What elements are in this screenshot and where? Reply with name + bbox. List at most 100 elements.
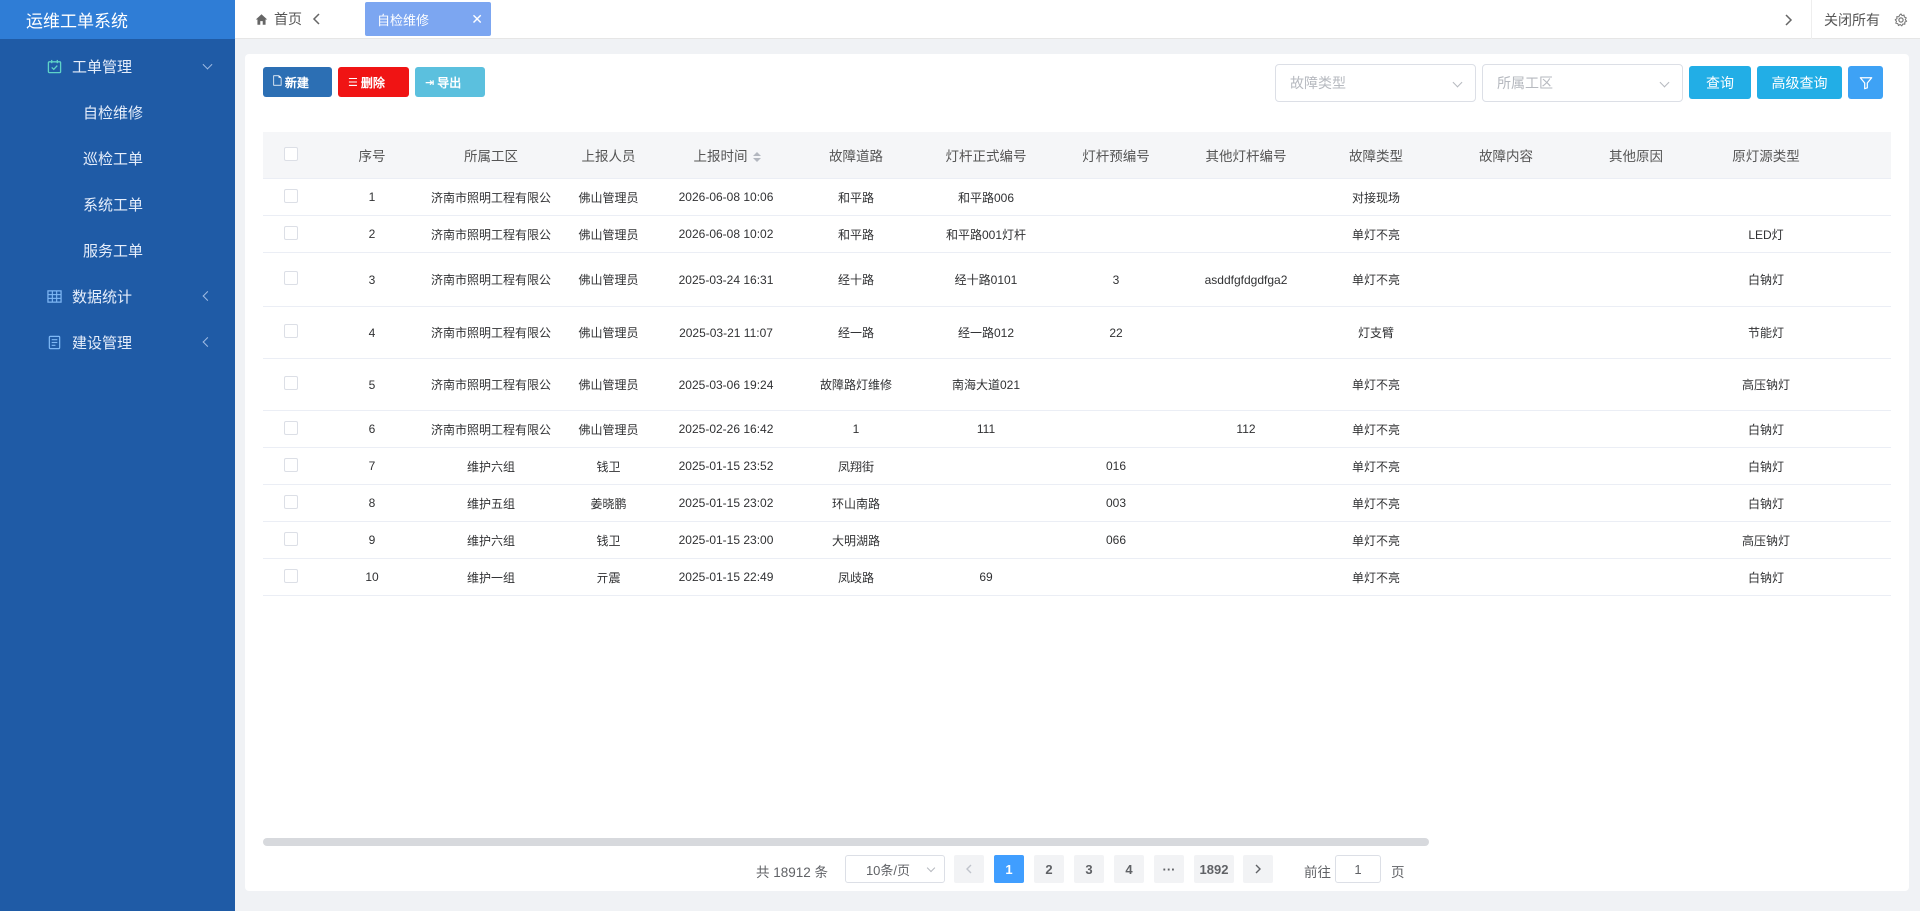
row-select-cell (263, 531, 318, 549)
column-header-report-time[interactable]: 上报时间 (661, 145, 791, 165)
table-row[interactable]: 5 济南市照明工程有限公 佛山管理员 2025-03-06 19:24 故障路灯维修 南海… (263, 359, 1891, 411)
prev-page-button[interactable] (954, 855, 984, 883)
sidebar-item-inspection[interactable]: 巡检工单 (0, 135, 235, 181)
table-row[interactable]: 3 济南市照明工程有限公 佛山管理员 2025-03-24 16:31 经十路 经十路01… (263, 253, 1891, 307)
cell-pole-pre-number: 066 (1105, 533, 1127, 547)
row-checkbox[interactable] (283, 324, 298, 338)
new-button[interactable]: 🗋 新建 (263, 67, 332, 97)
delete-button[interactable]: ☰ 删除 (338, 67, 409, 97)
cell-pole-number: 和平路001灯杆 (945, 227, 1027, 242)
page-button-2[interactable]: 2 (1034, 855, 1064, 883)
cell-seq: 1 (368, 190, 376, 204)
sidebar-group-work-orders[interactable]: 工单管理 (0, 43, 235, 89)
chevron-left-icon (312, 13, 320, 25)
sidebar-group-statistics[interactable]: 数据统计 (0, 273, 235, 319)
cell-report-time: 2025-03-24 16:31 (678, 272, 774, 287)
row-checkbox[interactable] (283, 376, 298, 390)
row-checkbox[interactable] (283, 494, 298, 509)
cell-light-source-type: 高压钠灯 (1741, 378, 1790, 392)
column-header-district: 所属工区 (426, 145, 556, 165)
sort-icon[interactable] (752, 152, 761, 163)
row-checkbox[interactable] (283, 188, 298, 203)
scroll-tabs-right-button[interactable] (1773, 0, 1803, 39)
column-header-fault-road: 故障道路 (791, 145, 921, 165)
cell-pole-number: 69 (979, 570, 993, 584)
more-pages-button[interactable]: ··· (1154, 855, 1184, 883)
fault-type-select[interactable]: 故障类型 (1275, 64, 1476, 102)
page-button-1[interactable]: 1 (994, 855, 1024, 883)
cell-reporter: 佛山管理员 (578, 227, 639, 242)
cell-report-time: 2026-06-08 10:06 (678, 190, 774, 204)
chevron-left-icon (202, 337, 213, 347)
table-row[interactable]: 4 济南市照明工程有限公 佛山管理员 2025-03-21 11:07 经一路 经一路01… (263, 307, 1891, 359)
goto-page-input[interactable] (1335, 855, 1381, 883)
select-all-checkbox[interactable] (283, 146, 298, 161)
gear-icon[interactable] (1894, 12, 1908, 27)
sidebar-item-service[interactable]: 服务工单 (0, 227, 235, 273)
district-select[interactable]: 所属工区 (1482, 64, 1683, 102)
advanced-query-button[interactable]: 高级查询 (1757, 66, 1842, 99)
close-icon[interactable]: ✕ (471, 11, 483, 28)
page-size-select[interactable]: 10条/页 (845, 855, 945, 883)
chevron-left-icon (202, 291, 213, 301)
sidebar-item-system[interactable]: 系统工单 (0, 181, 235, 227)
cell-fault-type: 单灯不亮 (1351, 570, 1400, 585)
page-button-4[interactable]: 4 (1114, 855, 1144, 883)
cell-pole-pre-number: 3 (1112, 272, 1120, 287)
cell-other-pole-number: asddfgfdgdfga2 (1204, 272, 1288, 287)
row-checkbox[interactable] (283, 225, 298, 240)
table-row[interactable]: 1 济南市照明工程有限公 佛山管理员 2026-06-08 10:06 和平路 和平路00… (263, 179, 1891, 216)
sidebar-item-self-check[interactable]: 自检维修 (0, 89, 235, 135)
cell-district: 济南市照明工程有限公 (430, 273, 551, 287)
chevron-right-icon (1255, 864, 1261, 874)
cell-reporter: 钱卫 (596, 459, 621, 474)
home-tab[interactable]: 首页 (235, 0, 302, 39)
column-header-label: 灯杆正式编号 (945, 149, 1027, 164)
cell-district: 维护一组 (466, 570, 515, 585)
chevron-down-icon (926, 863, 936, 873)
new-label: 新建 (284, 75, 309, 90)
tab-self-check[interactable]: 自检维修 ✕ (365, 2, 491, 36)
table-row[interactable]: 7 维护六组 钱卫 2025-01-15 23:52 凤翔街 016 单灯不亮 白钠灯 (263, 448, 1891, 485)
table-row[interactable]: 10 维护一组 亓震 2025-01-15 22:49 凤歧路 69 单灯不亮 白钠灯 (263, 559, 1891, 596)
cell-seq: 10 (365, 570, 379, 584)
next-page-button[interactable] (1243, 855, 1273, 883)
table-row[interactable]: 8 维护五组 姜晓鹏 2025-01-15 23:02 环山南路 003 单灯不亮 白钠灯 (263, 485, 1891, 522)
cell-district: 维护五组 (466, 496, 515, 511)
query-button[interactable]: 查询 (1689, 66, 1751, 99)
close-all-tabs-button[interactable]: 关闭所有 (1811, 0, 1920, 39)
cell-reporter: 姜晓鹏 (590, 496, 627, 511)
table-row[interactable]: 2 济南市照明工程有限公 佛山管理员 2026-06-08 10:02 和平路 和平路00… (263, 216, 1891, 253)
column-header-label: 序号 (358, 149, 386, 164)
row-select-cell (263, 420, 318, 438)
row-checkbox[interactable] (283, 457, 298, 472)
cell-fault-type: 灯支臂 (1357, 326, 1394, 340)
column-header-label: 其他原因 (1609, 149, 1663, 164)
export-button[interactable]: ⇥ 导出 (415, 67, 485, 97)
cell-fault-type: 单灯不亮 (1351, 227, 1400, 242)
sidebar-group-construction[interactable]: 建设管理 (0, 319, 235, 365)
export-icon: ⇥ (425, 76, 435, 89)
row-checkbox[interactable] (283, 271, 298, 285)
filter-settings-button[interactable] (1848, 66, 1883, 99)
page-button-last[interactable]: 1892 (1194, 855, 1234, 883)
row-checkbox[interactable] (283, 568, 298, 583)
table-row[interactable]: 6 济南市照明工程有限公 佛山管理员 2025-02-26 16:42 1 111 112 单… (263, 411, 1891, 448)
cell-light-source-type: 高压钠灯 (1741, 533, 1790, 548)
row-select-cell (263, 494, 318, 512)
fault-type-placeholder: 故障类型 (1290, 75, 1346, 91)
row-checkbox[interactable] (283, 420, 298, 435)
column-header-pole-number: 灯杆正式编号 (921, 145, 1051, 165)
row-select-cell (263, 324, 318, 341)
page-button-3[interactable]: 3 (1074, 855, 1104, 883)
goto-suffix: 页 (1391, 865, 1405, 880)
goto-prefix: 前往 (1304, 865, 1331, 880)
cell-district: 济南市照明工程有限公 (430, 190, 551, 205)
list-icon: ☰ (348, 76, 358, 89)
filter-bar: 故障类型 所属工区 查询 高级查询 (1275, 64, 1883, 102)
cell-reporter: 亓震 (596, 570, 621, 585)
table-row[interactable]: 9 维护六组 钱卫 2025-01-15 23:00 大明湖路 066 单灯不亮 高压钠灯 (263, 522, 1891, 559)
row-checkbox[interactable] (283, 531, 298, 546)
scroll-tabs-left-button[interactable] (302, 0, 332, 39)
horizontal-scrollbar[interactable] (263, 838, 1429, 846)
